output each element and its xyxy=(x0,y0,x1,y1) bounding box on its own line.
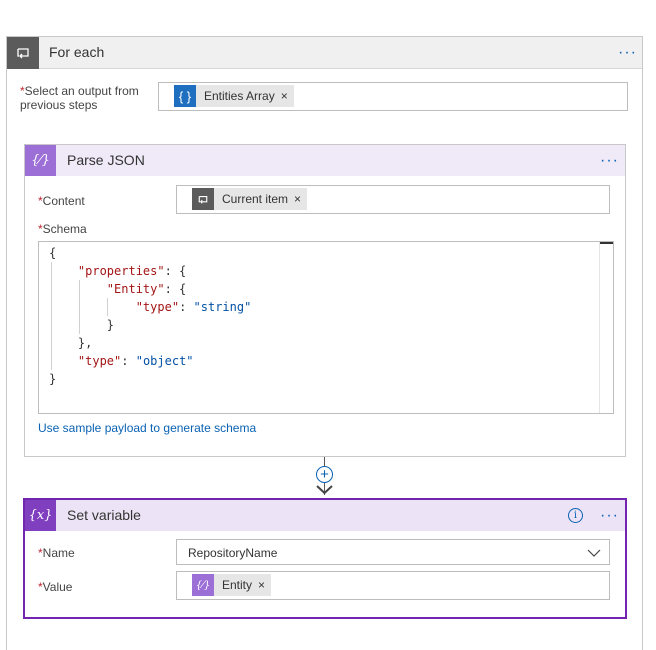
schema-line: "type": "string" xyxy=(135,300,252,314)
parse-json-icon: {⁄} xyxy=(25,145,56,176)
select-output-label: *Select an output from previous steps xyxy=(20,84,139,112)
entity-token: {⁄} Entity × xyxy=(192,574,272,596)
schema-scrollbar[interactable] xyxy=(599,242,613,413)
remove-token-button[interactable]: × xyxy=(294,192,307,206)
entity-token-label: Entity xyxy=(222,578,253,592)
name-label: *Name xyxy=(38,546,75,560)
parse-json-more-menu[interactable]: ··· xyxy=(600,153,619,169)
braces-icon: { } xyxy=(174,85,196,107)
schema-line: }, xyxy=(49,336,93,350)
value-label: *Value xyxy=(38,580,73,594)
schema-line: "type": "object" xyxy=(77,354,194,368)
value-field[interactable]: {⁄} Entity × xyxy=(176,571,610,600)
schema-scrollbar-thumb[interactable] xyxy=(600,242,613,244)
entities-array-token-label: Entities Array xyxy=(204,89,275,103)
foreach-more-menu[interactable]: ··· xyxy=(618,45,637,61)
foreach-title: For each xyxy=(49,44,105,60)
current-item-token: Current item × xyxy=(192,188,308,210)
parse-json-title: Parse JSON xyxy=(67,152,145,168)
select-output-field[interactable]: { } Entities Array × xyxy=(158,82,628,111)
chevron-down-icon xyxy=(587,549,601,557)
variable-icon: {x} xyxy=(25,500,56,531)
set-variable-title: Set variable xyxy=(67,507,141,523)
content-label: *Content xyxy=(38,194,85,208)
sample-payload-link[interactable]: Use sample payload to generate schema xyxy=(38,421,256,435)
schema-line: "properties": { xyxy=(77,264,187,278)
add-step-button[interactable]: + xyxy=(316,466,333,483)
schema-line: { xyxy=(49,246,57,260)
current-item-token-label: Current item xyxy=(222,192,289,206)
schema-line: "Entity": { xyxy=(106,282,187,296)
name-dropdown-value: RepositoryName xyxy=(188,546,278,560)
arrow-down-icon xyxy=(316,485,333,495)
entities-array-token: { } Entities Array × xyxy=(174,85,294,107)
schema-line: } xyxy=(49,318,115,332)
set-variable-more-menu[interactable]: ··· xyxy=(600,508,619,524)
schema-line: } xyxy=(49,372,57,386)
info-icon[interactable]: i xyxy=(568,508,583,523)
schema-label: *Schema xyxy=(38,222,87,236)
remove-token-button[interactable]: × xyxy=(281,89,294,103)
parse-json-icon: {⁄} xyxy=(192,574,214,596)
loop-icon xyxy=(192,188,214,210)
schema-code[interactable]: { "properties": { "Entity": { "type": "s… xyxy=(49,244,251,388)
loop-icon xyxy=(7,37,39,69)
content-field[interactable]: Current item × xyxy=(176,185,610,214)
remove-token-button[interactable]: × xyxy=(258,578,271,592)
name-dropdown[interactable]: RepositoryName xyxy=(176,539,610,565)
